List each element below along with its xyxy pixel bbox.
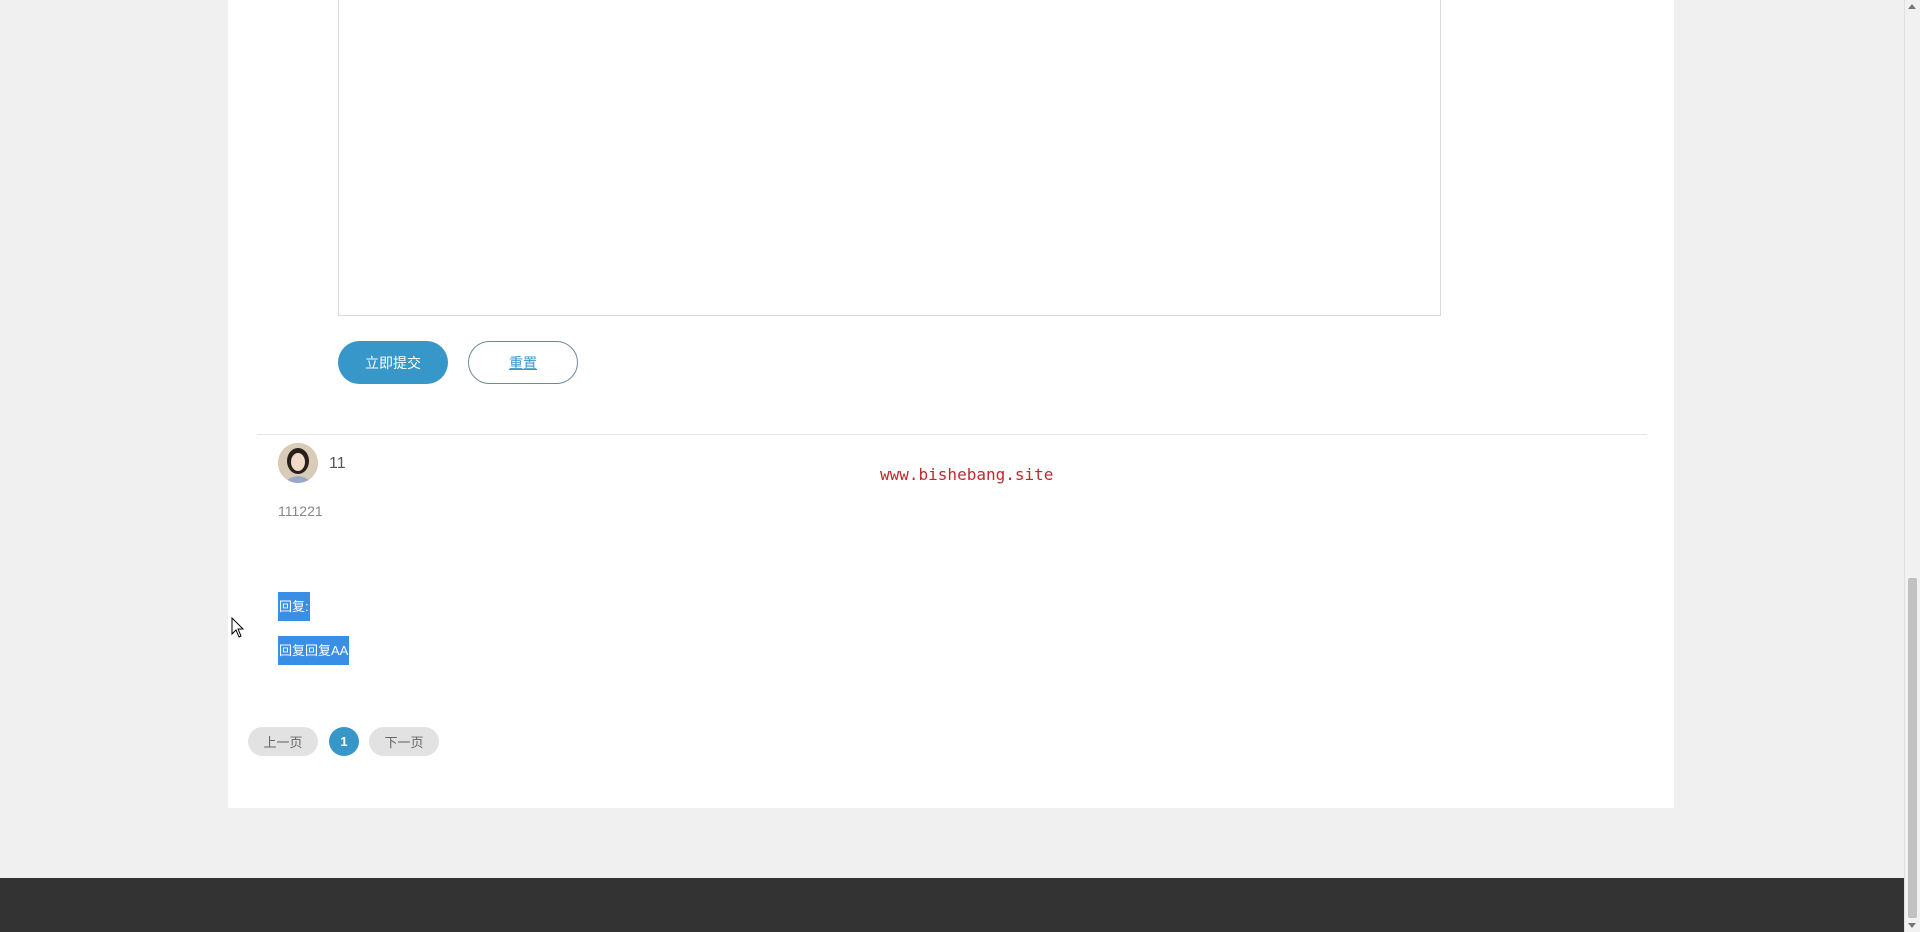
- prev-page-button[interactable]: 上一页: [248, 727, 318, 756]
- reply-content: 回复回复AA: [278, 636, 350, 665]
- page: 立即提交 重置 11 www.bishebang.site 111221 回复:…: [0, 0, 1920, 932]
- reset-button[interactable]: 重置: [468, 341, 578, 384]
- page-number-button[interactable]: 1: [329, 727, 359, 756]
- vertical-scrollbar[interactable]: [1904, 0, 1920, 932]
- mouse-pointer-icon: [231, 617, 245, 638]
- comment-divider: [257, 434, 1647, 435]
- scroll-down-icon[interactable]: [1908, 923, 1916, 928]
- reply-label: 回复:: [278, 592, 310, 621]
- comment-username: 11: [329, 455, 346, 472]
- site-watermark: www.bishebang.site: [880, 465, 1054, 484]
- avatar-photo-icon: [278, 443, 318, 483]
- scroll-up-icon[interactable]: [1908, 4, 1916, 9]
- submit-button[interactable]: 立即提交: [338, 341, 448, 384]
- page-footer: [0, 878, 1904, 932]
- comment-content: 111221: [278, 503, 323, 519]
- next-page-button[interactable]: 下一页: [369, 727, 439, 756]
- comment-textarea[interactable]: [338, 0, 1441, 316]
- comment-card: 立即提交 重置 11 www.bishebang.site 111221 回复:…: [228, 0, 1674, 808]
- user-avatar: [278, 443, 318, 483]
- scrollbar-thumb[interactable]: [1908, 578, 1917, 918]
